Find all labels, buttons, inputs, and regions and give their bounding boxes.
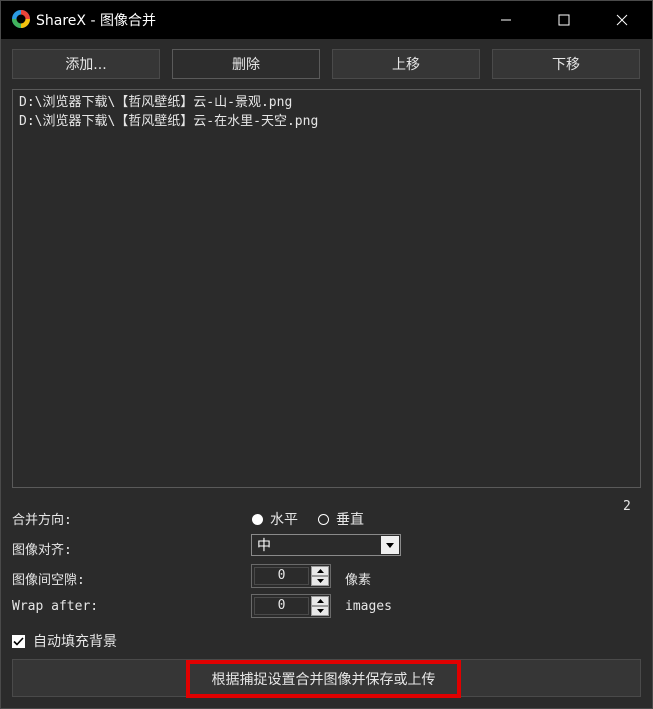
- spin-up-icon[interactable]: [311, 596, 329, 606]
- title-bar: ShareX - 图像合并: [1, 1, 652, 39]
- auto-fill-label: 自动填充背景: [33, 634, 117, 650]
- wrap-unit: images: [345, 599, 392, 614]
- maximize-icon: [558, 14, 570, 26]
- checkmark-icon: [12, 634, 25, 648]
- radio-selected-icon: [252, 513, 263, 525]
- spacing-value[interactable]: 0: [254, 567, 309, 585]
- minimize-icon: [501, 19, 511, 21]
- spin-down-icon[interactable]: [311, 606, 329, 616]
- auto-fill-checkbox[interactable]: 自动填充背景: [12, 631, 117, 651]
- sharex-logo-icon: [12, 10, 30, 28]
- radio-horizontal[interactable]: 水平: [252, 509, 298, 529]
- spacing-label: 图像间空隙:: [12, 573, 85, 588]
- wrap-label: Wrap after:: [12, 599, 99, 614]
- maximize-button[interactable]: [535, 1, 593, 39]
- window-title: ShareX - 图像合并: [36, 13, 156, 29]
- add-button[interactable]: 添加...: [12, 49, 160, 79]
- orientation-label: 合并方向:: [12, 513, 72, 528]
- radio-vertical-label: 垂直: [336, 512, 364, 528]
- move-up-button[interactable]: 上移: [332, 49, 480, 79]
- alignment-value: 中: [257, 538, 271, 554]
- image-count: 2: [623, 499, 631, 514]
- list-item[interactable]: D:\浏览器下载\【哲风壁纸】云-在水里-天空.png: [19, 112, 634, 131]
- move-down-button[interactable]: 下移: [492, 49, 640, 79]
- radio-horizontal-label: 水平: [270, 512, 298, 528]
- combine-button-label[interactable]: 根据捕捉设置合并图像并保存或上传: [186, 660, 461, 698]
- radio-unselected-icon: [318, 513, 329, 525]
- image-file-list[interactable]: D:\浏览器下载\【哲风壁纸】云-山-景观.png D:\浏览器下载\【哲风壁纸…: [12, 89, 641, 488]
- spacing-unit: 像素: [345, 573, 372, 588]
- delete-button[interactable]: 删除: [172, 49, 320, 79]
- chevron-down-icon: [381, 536, 399, 554]
- alignment-label: 图像对齐:: [12, 543, 72, 558]
- image-combiner-window: ShareX - 图像合并 添加... 删除 上移 下移 D:\浏览器下载\【哲…: [0, 0, 653, 709]
- radio-vertical[interactable]: 垂直: [318, 509, 364, 529]
- list-item[interactable]: D:\浏览器下载\【哲风壁纸】云-山-景观.png: [19, 93, 634, 112]
- spin-up-icon[interactable]: [311, 566, 329, 576]
- minimize-button[interactable]: [477, 1, 535, 39]
- close-icon: [616, 14, 628, 26]
- wrap-stepper[interactable]: 0: [251, 594, 331, 618]
- close-button[interactable]: [593, 1, 651, 39]
- alignment-select[interactable]: 中: [251, 534, 401, 556]
- wrap-value[interactable]: 0: [254, 597, 309, 615]
- spin-down-icon[interactable]: [311, 576, 329, 586]
- spacing-stepper[interactable]: 0: [251, 564, 331, 588]
